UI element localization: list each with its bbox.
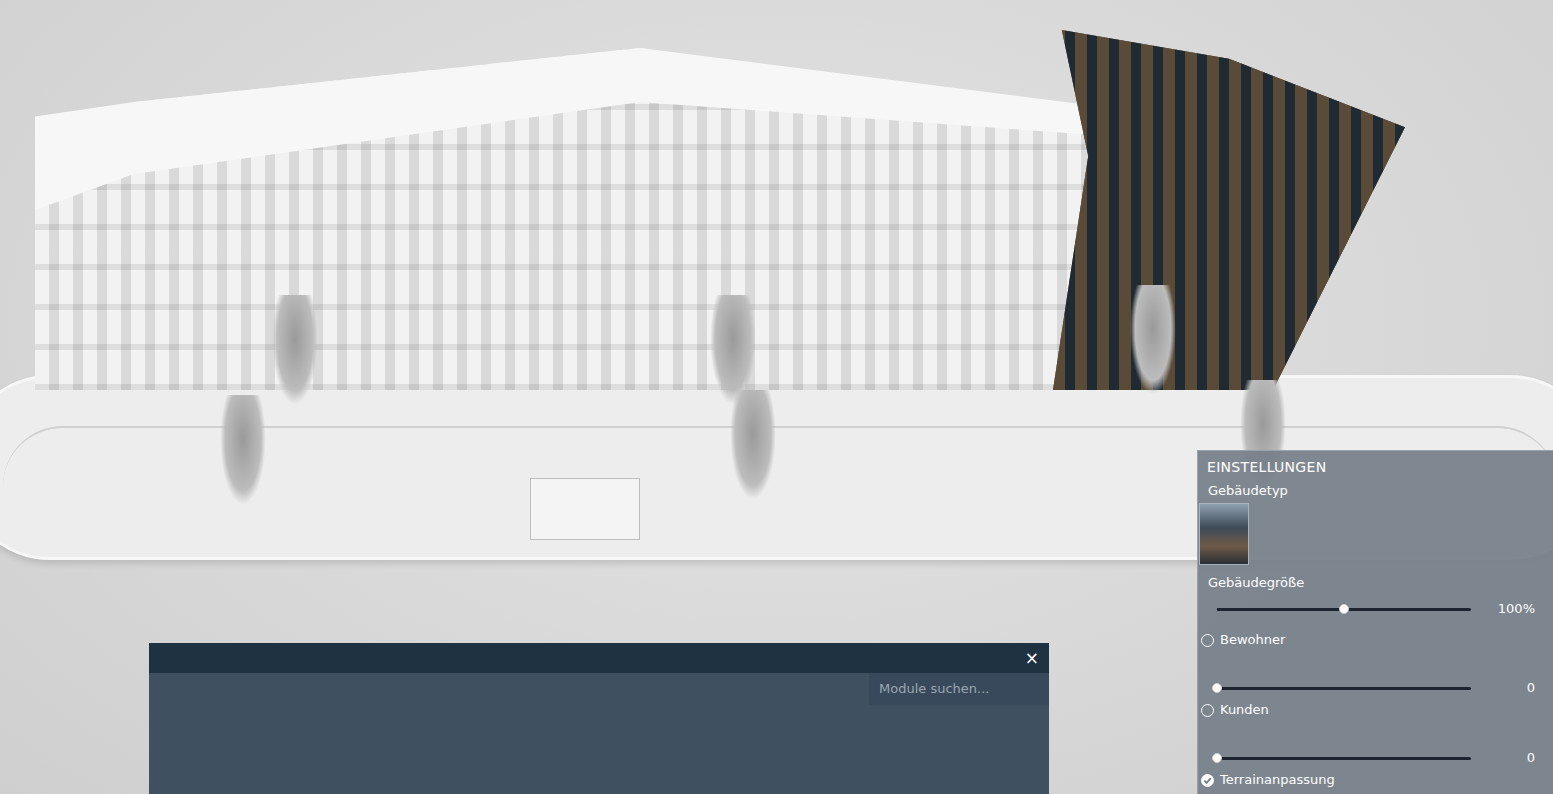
panel-title: EINSTELLUNGEN — [1198, 451, 1553, 481]
tree — [272, 295, 318, 405]
module-panel-header: × — [149, 643, 1049, 673]
check-icon — [1203, 776, 1212, 785]
slider-row: 0 — [1198, 721, 1553, 771]
checkbox[interactable] — [1201, 774, 1214, 787]
radio-label: Bewohner — [1220, 630, 1285, 650]
setting-radioslider: Bewohner 0 — [1198, 629, 1553, 701]
close-button[interactable]: × — [1023, 650, 1041, 667]
slider-track[interactable] — [1217, 687, 1471, 690]
slider-track[interactable] — [1217, 608, 1471, 611]
slider-thumb[interactable] — [1212, 683, 1222, 693]
tree — [730, 390, 776, 500]
slider-reading: 0 — [1527, 748, 1535, 768]
setting-label: Gebäudegröße — [1198, 573, 1553, 595]
slider-reading: 0 — [1527, 678, 1535, 698]
tree — [1130, 285, 1176, 395]
setting-slider: Gebäudegröße 100% — [1198, 573, 1553, 623]
slider-fill — [1217, 608, 1344, 611]
slider-track[interactable] — [1217, 757, 1471, 760]
tree — [710, 295, 756, 405]
building-type-label: Gebäudetyp — [1198, 481, 1553, 503]
radio-row[interactable]: Bewohner — [1198, 629, 1553, 651]
module-search — [149, 673, 1049, 705]
slider-reading: 100% — [1498, 599, 1535, 619]
settings-panel: EINSTELLUNGEN Gebäudetyp Gebäudegröße 100… — [1197, 450, 1553, 794]
search-field[interactable] — [869, 673, 1049, 705]
kiosk — [530, 478, 640, 540]
checkbox-row[interactable]: Terrainanpassung — [1198, 769, 1553, 791]
radio-row[interactable]: Kunden — [1198, 699, 1553, 721]
radio-label: Kunden — [1220, 700, 1269, 720]
radio-button[interactable] — [1201, 704, 1214, 717]
radio-button[interactable] — [1201, 634, 1214, 647]
slider-thumb[interactable] — [1339, 604, 1349, 614]
building-thumbnail[interactable] — [1199, 503, 1249, 565]
tree — [220, 395, 266, 505]
slider-row: 0 — [1198, 651, 1553, 701]
checkbox-label: Terrainanpassung — [1220, 770, 1335, 790]
setting-checkbox: Terrainanpassung — [1198, 769, 1553, 791]
module-panel: × — [149, 643, 1049, 794]
setting-radioslider: Kunden 0 — [1198, 699, 1553, 771]
slider-row: 100% — [1198, 595, 1553, 623]
slider-thumb[interactable] — [1212, 753, 1222, 763]
